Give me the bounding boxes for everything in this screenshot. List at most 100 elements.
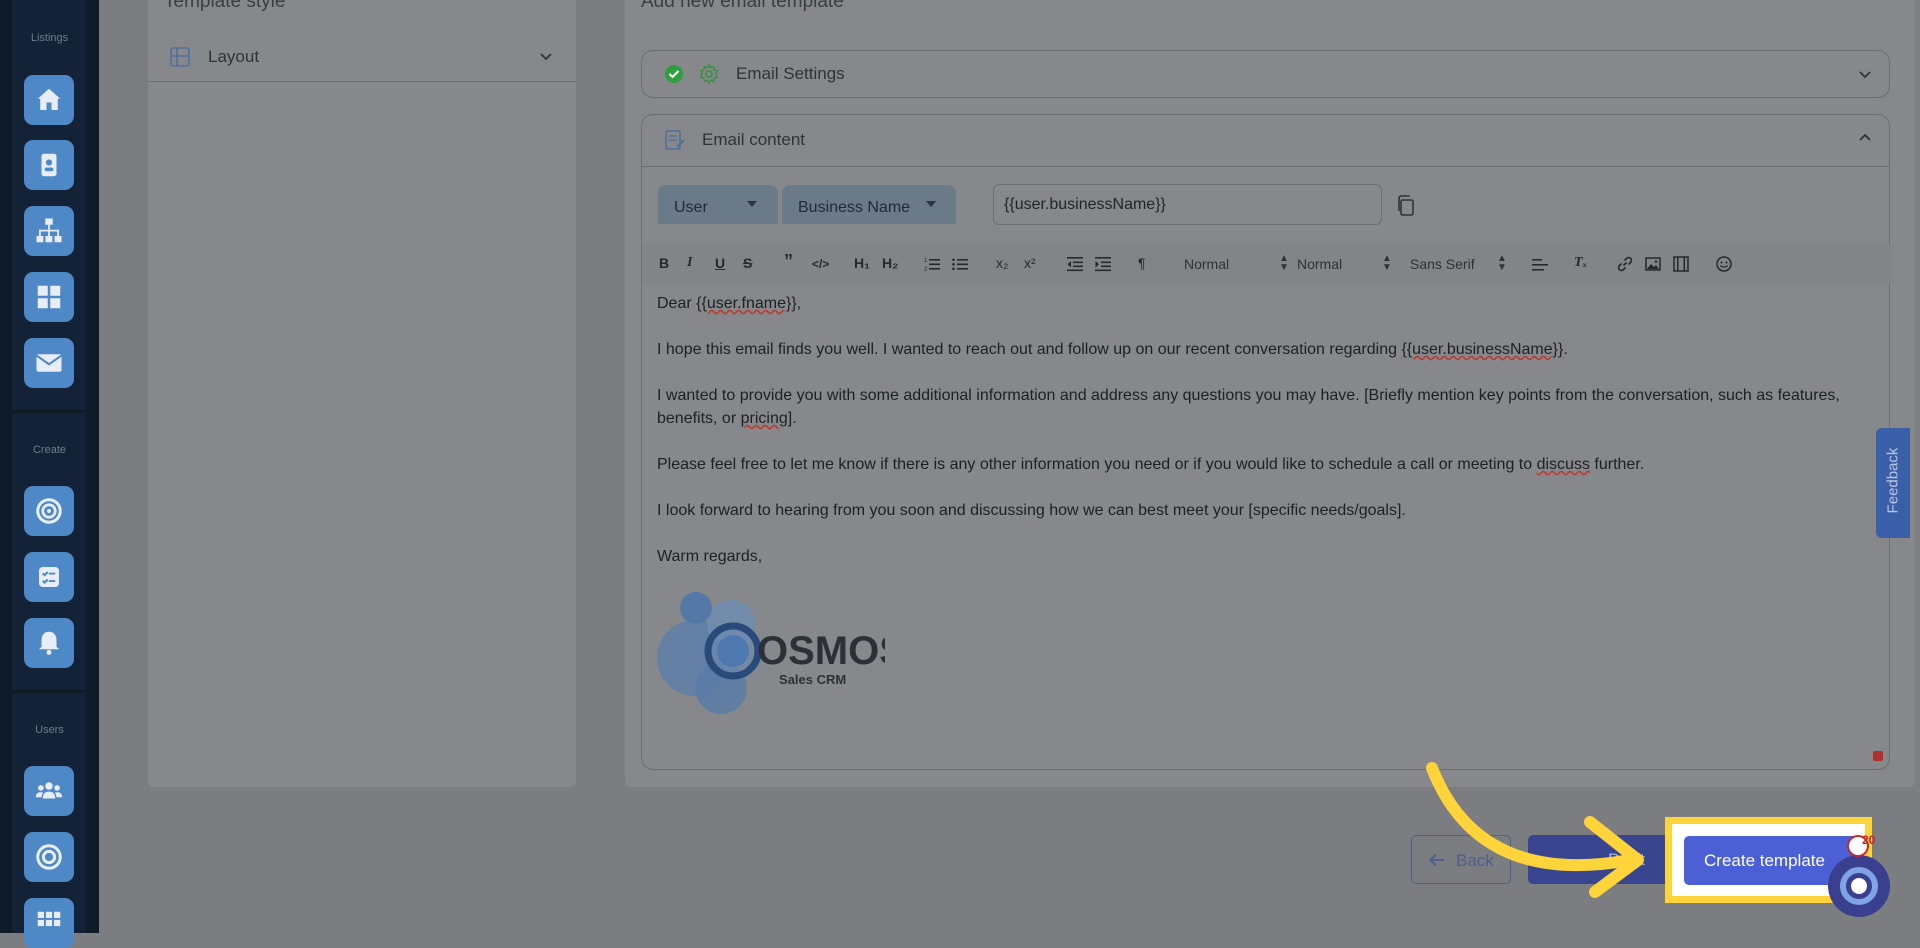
font-select-value: Sans Serif <box>1410 256 1475 272</box>
panel-title: Template style <box>164 0 286 12</box>
sidebar-item-apps[interactable] <box>24 898 74 948</box>
logo-tagline: Sales CRM <box>779 672 846 687</box>
layout-accordion[interactable]: Layout <box>148 33 576 82</box>
closing-line: Warm regards, <box>657 548 763 565</box>
variable-category-select[interactable]: User <box>658 185 778 224</box>
apps-grid-icon <box>37 911 61 927</box>
target-icon <box>36 498 62 524</box>
image-icon[interactable] <box>1645 256 1661 272</box>
svg-text:1: 1 <box>924 258 928 264</box>
gear-icon <box>699 63 719 85</box>
copy-icon[interactable] <box>1396 195 1416 217</box>
create-label: Create template <box>1704 851 1825 870</box>
emoji-icon[interactable] <box>1716 256 1732 272</box>
template-style-panel: Template style Layout <box>148 0 576 787</box>
h1-button[interactable]: H₁ <box>854 255 870 271</box>
sidebar-item-users[interactable] <box>24 766 74 816</box>
sidebar-divider <box>12 410 86 413</box>
paragraph-text: Please feel free to let me know if there… <box>657 456 1537 473</box>
clear-format-button[interactable]: Tₓ <box>1574 255 1587 271</box>
link-icon[interactable] <box>1617 256 1633 272</box>
chat-icon <box>1840 867 1878 905</box>
variable-field-value: Business Name <box>798 199 911 216</box>
sidebar-section-listings: Listings <box>30 32 69 44</box>
indent-icon[interactable] <box>1095 256 1111 272</box>
sidebar-item-home[interactable] <box>24 75 74 125</box>
sidebar-item-goals[interactable] <box>24 486 74 536</box>
header-select[interactable]: Normal ▲ ▼ <box>1297 254 1392 273</box>
paragraph: I look forward to hearing from you soon … <box>657 502 1406 519</box>
h2-button[interactable]: H₂ <box>882 255 898 271</box>
feedback-tab[interactable]: Feedback <box>1876 428 1910 538</box>
subscript-button[interactable]: x₂ <box>996 255 1008 271</box>
chevron-up-icon[interactable] <box>1859 133 1871 141</box>
updown-arrows-icon: ▲ ▼ <box>1497 253 1507 273</box>
size-select[interactable]: Normal ▲ ▼ <box>1184 254 1289 273</box>
layout-icon <box>170 47 190 67</box>
sidebar-item-email[interactable] <box>24 338 74 388</box>
check-circle-icon <box>665 65 683 83</box>
divider <box>642 166 1889 167</box>
sidebar-item-targets[interactable] <box>24 832 74 882</box>
misspelled-word: pricing] <box>740 410 793 427</box>
caret-down-icon <box>926 201 936 207</box>
email-body-editor[interactable]: Dear {{user.fname}}, I hope this email f… <box>657 292 1887 591</box>
email-settings-label: Email Settings <box>736 64 845 83</box>
bullseye-icon <box>36 844 62 870</box>
chevron-down-icon[interactable] <box>540 53 552 61</box>
sidebar-divider <box>12 690 86 693</box>
size-select-value: Normal <box>1184 256 1230 272</box>
notification-badge: 20 <box>1847 833 1875 857</box>
chat-widget-button[interactable] <box>1828 855 1890 917</box>
underline-button[interactable]: U <box>715 255 725 271</box>
editor-toolbar: B I U S ” </> H₁ H₂ 12 x₂ x² ¶ Normal ▲ ▼ … <box>642 245 1892 283</box>
greeting-text: Dear <box>657 295 697 312</box>
updown-arrows-icon: ▲ ▼ <box>1279 253 1289 273</box>
sidebar-item-dashboard[interactable] <box>24 272 74 322</box>
sidebar-item-contacts[interactable] <box>24 140 74 190</box>
superscript-button[interactable]: x² <box>1024 255 1036 271</box>
header-select-value: Normal <box>1297 256 1343 272</box>
variable-field-select[interactable]: Business Name <box>782 185 956 224</box>
code-button[interactable]: </> <box>812 257 829 271</box>
font-select[interactable]: Sans Serif ▲ ▼ <box>1410 254 1507 273</box>
bold-button[interactable]: B <box>659 255 669 271</box>
org-chart-icon <box>36 218 62 243</box>
sidebar-item-hierarchy[interactable] <box>24 206 74 256</box>
chevron-down-icon[interactable] <box>1859 71 1871 79</box>
paragraph-punct: . <box>1563 341 1568 358</box>
ordered-list-icon[interactable]: 12 <box>924 256 940 272</box>
caret-down-icon <box>747 201 757 207</box>
greeting-line: Dear {{user.fname}}, <box>657 292 1887 315</box>
align-icon[interactable] <box>1532 257 1548 273</box>
osmos-sales-crm-logo: OSMOS Sales CRM <box>657 592 885 714</box>
sidebar-item-reminders[interactable] <box>24 618 74 668</box>
video-icon[interactable] <box>1673 256 1689 272</box>
variable-token-input[interactable]: {{user.businessName}} <box>993 184 1382 225</box>
blockquote-button[interactable]: ” <box>784 251 793 272</box>
outdent-icon[interactable] <box>1067 256 1083 272</box>
business-name-variable: {{user.businessName}} <box>1401 341 1564 358</box>
text-direction-button[interactable]: ¶ <box>1138 255 1146 271</box>
sidebar-item-tasks[interactable] <box>24 552 74 602</box>
sidebar-section-users: Users <box>35 724 64 736</box>
svg-text:2: 2 <box>924 267 928 272</box>
variable-category-value: User <box>674 199 708 216</box>
paragraph-text: I hope this email finds you well. I want… <box>657 341 1402 358</box>
email-content-label: Email content <box>702 130 805 149</box>
document-edit-icon <box>665 130 685 150</box>
strike-button[interactable]: S <box>743 255 752 271</box>
italic-button[interactable]: I <box>687 255 692 271</box>
mail-icon <box>35 354 63 372</box>
grid-icon <box>37 285 61 309</box>
email-settings-accordion[interactable]: Email Settings <box>641 50 1890 98</box>
paragraph: I hope this email finds you well. I want… <box>657 338 1887 361</box>
paragraph: Please feel free to let me know if there… <box>657 453 1887 476</box>
resize-handle[interactable] <box>1873 751 1883 761</box>
paragraph-text: further. <box>1589 456 1645 473</box>
layout-label: Layout <box>208 47 260 66</box>
feedback-label: Feedback <box>1884 447 1902 514</box>
contact-card-icon <box>41 153 57 177</box>
bullet-list-icon[interactable] <box>952 256 968 272</box>
group-icon <box>35 782 63 799</box>
